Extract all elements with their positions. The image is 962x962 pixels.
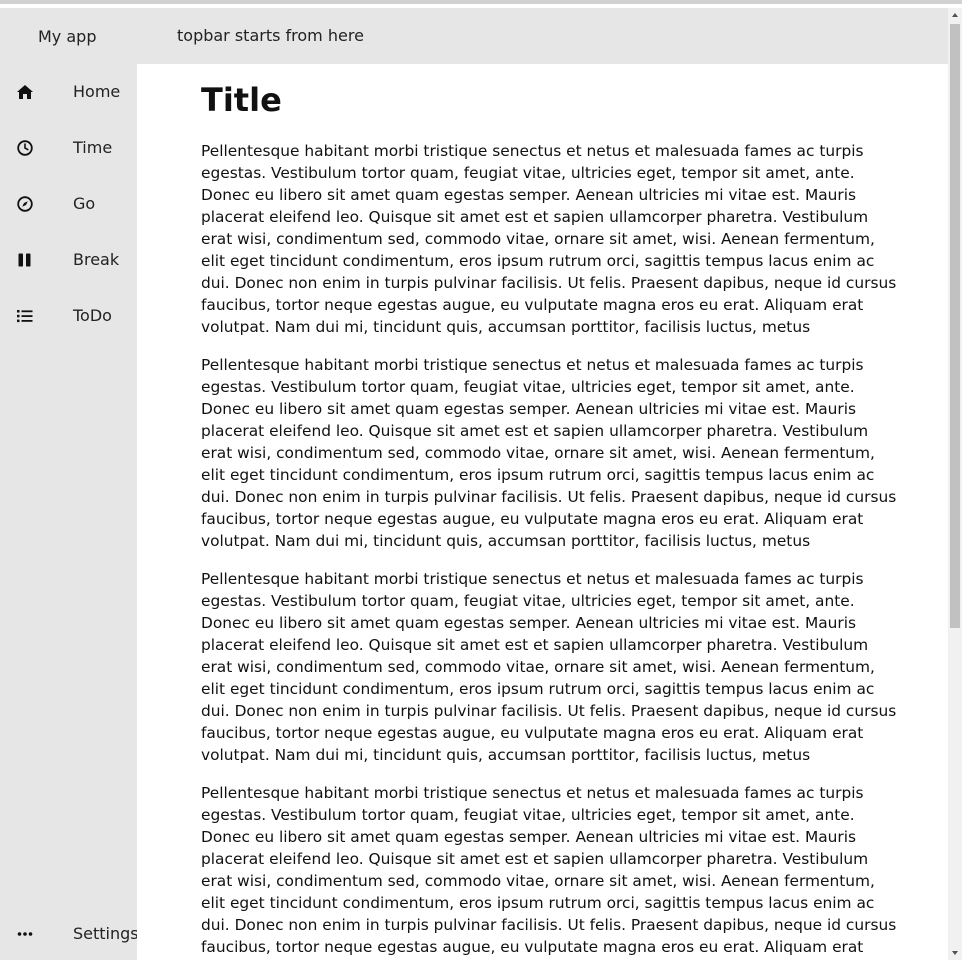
app-window: My app topbar starts from here Home Time…	[0, 0, 962, 960]
scroll-down-arrow-icon[interactable]	[948, 946, 962, 960]
app-brand[interactable]: My app	[38, 27, 96, 46]
sidebar-item-settings[interactable]: Settings	[0, 906, 139, 962]
ellipsis-icon	[17, 932, 33, 936]
paragraph: Pellentesque habitant morbi tristique se…	[201, 570, 897, 764]
sidebar-item-label: Break	[73, 250, 120, 269]
sidebar-item-label: Time	[73, 138, 113, 157]
sidebar-item-label: Home	[73, 82, 121, 101]
scrollbar-thumb[interactable]	[950, 24, 960, 628]
article: Title Pellentesque habitant morbi tristi…	[201, 78, 901, 960]
paragraph: Pellentesque habitant morbi tristique se…	[201, 784, 897, 956]
paragraph: Pellentesque habitant morbi tristique se…	[201, 356, 897, 550]
topbar: My app topbar starts from here	[0, 8, 948, 64]
sidebar-item-label: Settings	[73, 924, 139, 943]
sidebar-item-todo[interactable]: ToDo	[0, 288, 137, 344]
clock-icon	[17, 140, 33, 156]
scroll-up-arrow-icon[interactable]	[948, 8, 962, 22]
sidebar-item-go[interactable]: Go	[0, 176, 137, 232]
topbar-text: topbar starts from here	[177, 26, 364, 45]
vertical-scrollbar[interactable]	[948, 8, 962, 960]
sidebar-item-home[interactable]: Home	[0, 64, 137, 120]
main-content: Title Pellentesque habitant morbi tristi…	[137, 64, 948, 960]
sidebar-item-label: ToDo	[73, 306, 112, 325]
sidebar-item-label: Go	[73, 194, 96, 213]
sidebar-item-time[interactable]: Time	[0, 120, 137, 176]
home-icon	[17, 85, 33, 99]
paragraph: Pellentesque habitant morbi tristique se…	[201, 142, 897, 336]
sidebar: Home Time Go Break ToDo Settings	[0, 64, 139, 962]
pause-icon	[18, 253, 31, 267]
compass-icon	[17, 196, 33, 212]
page-title: Title	[201, 81, 282, 119]
list-icon	[17, 310, 33, 323]
sidebar-item-break[interactable]: Break	[0, 232, 137, 288]
